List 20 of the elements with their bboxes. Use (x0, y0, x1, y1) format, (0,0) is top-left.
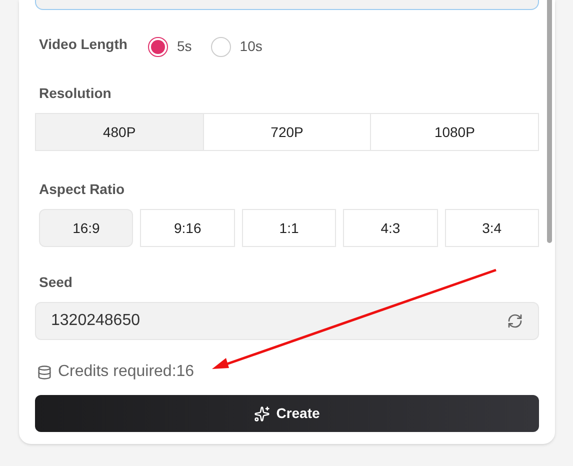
aspect-ratio-option[interactable]: 9:16 (140, 209, 235, 247)
text-field[interactable] (35, 0, 539, 10)
refresh-icon[interactable] (507, 313, 523, 329)
field-label: Video Length (39, 35, 128, 54)
radio-option[interactable]: 10s (210, 36, 262, 57)
aspect-ratio-option[interactable]: 16:9 (39, 209, 134, 247)
seed-field[interactable]: 1320248650 (35, 302, 539, 340)
field-label: Seed (38, 273, 74, 292)
aspect-ratio-option[interactable]: 3:4 (444, 209, 540, 247)
aspect-ratio-option[interactable]: 4:3 (343, 209, 438, 247)
aspect-ratio-option[interactable]: 1:1 (242, 209, 336, 247)
radio-option[interactable]: 5s (148, 36, 192, 57)
credits-text: Credits required:16 (58, 362, 194, 382)
field-label: Aspect Ratio (38, 180, 126, 199)
resolution-option[interactable]: 480P (36, 114, 203, 150)
create-button[interactable]: Create (35, 395, 539, 432)
database-icon (37, 364, 52, 380)
scrollbar-thumb[interactable] (547, 0, 552, 243)
sparkles-icon (254, 406, 270, 422)
field-label: Resolution (38, 84, 112, 103)
